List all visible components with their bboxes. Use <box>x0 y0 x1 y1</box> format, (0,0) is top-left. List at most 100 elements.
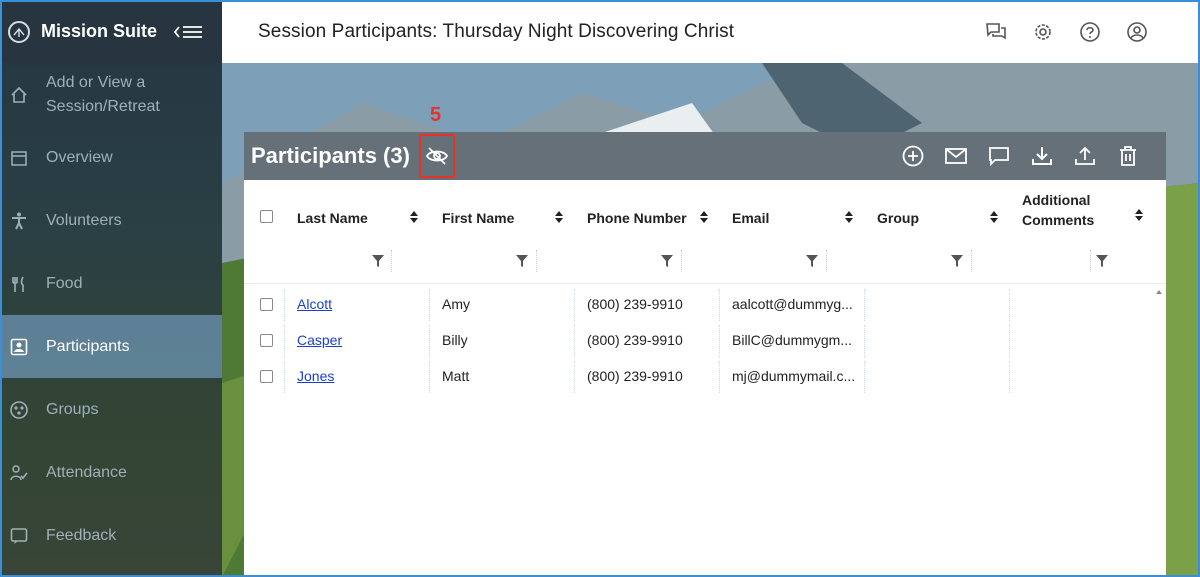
row-select <box>260 358 273 394</box>
column-divider <box>284 361 285 393</box>
sort-icon[interactable] <box>1134 208 1144 222</box>
row-select <box>260 322 273 358</box>
participant-link[interactable]: Casper <box>297 332 342 348</box>
help-icon[interactable] <box>1078 20 1101 43</box>
sidebar-header: Mission Suite <box>0 0 222 63</box>
row-checkbox[interactable] <box>260 333 273 347</box>
column-additional-comments[interactable]: Additional Comments <box>1022 180 1144 284</box>
column-last-name[interactable]: Last Name <box>297 180 419 284</box>
sort-icon[interactable] <box>989 210 999 224</box>
panel-header: Participants (3) <box>244 132 1166 180</box>
filter-icon[interactable] <box>516 255 528 267</box>
sidebar-item-food[interactable]: Food <box>0 252 222 315</box>
sidebar-item-overview[interactable]: Overview <box>0 126 222 189</box>
download-icon[interactable] <box>1030 144 1054 168</box>
sidebar-item-label: Groups <box>46 400 99 418</box>
top-icons <box>984 20 1148 43</box>
sidebar-nav: Add or View a Session/Retreat Overview V… <box>0 63 222 567</box>
cell-email: BillC@dummygm... <box>732 332 853 348</box>
top-bar: Session Participants: Thursday Night Dis… <box>222 0 1200 63</box>
upload-icon[interactable] <box>1073 144 1097 168</box>
column-divider <box>719 361 720 393</box>
sidebar-item-label: Volunteers <box>46 211 122 229</box>
message-icon[interactable] <box>987 144 1011 168</box>
cell-email: mj@dummymail.c... <box>732 368 856 384</box>
column-divider <box>826 250 827 272</box>
select-all-checkbox[interactable] <box>260 210 273 223</box>
sort-icon[interactable] <box>409 210 419 224</box>
filter-icon[interactable] <box>806 255 818 267</box>
sidebar: Mission Suite Add or View a Session/Retr… <box>0 0 222 577</box>
column-divider <box>429 289 430 321</box>
sidebar-item-participants[interactable]: Participants <box>0 315 222 378</box>
column-divider <box>864 361 865 393</box>
column-divider <box>864 325 865 357</box>
sort-icon[interactable] <box>554 210 564 224</box>
table-header: Last Name First Name Phone Number Email <box>244 180 1166 284</box>
trash-icon[interactable] <box>1116 144 1140 168</box>
sidebar-item-sessions[interactable]: Add or View a Session/Retreat <box>0 63 222 126</box>
column-first-name[interactable]: First Name <box>442 180 564 284</box>
column-label: Email <box>732 210 770 226</box>
home-icon <box>8 84 30 106</box>
sidebar-item-feedback[interactable]: Feedback <box>0 504 222 567</box>
cell-first-name: Matt <box>442 368 470 384</box>
participants-panel: Participants (3) Last Name First Name Ph… <box>244 132 1166 577</box>
sidebar-item-label: Feedback <box>46 526 117 544</box>
cell-last-name: Jones <box>297 358 334 394</box>
cell-email: aalcott@dummyg... <box>732 296 853 312</box>
table-row[interactable]: Jones Matt (800) 239-9910 mj@dummymail.c… <box>244 358 1166 394</box>
groups-icon <box>8 399 30 421</box>
row-select <box>260 286 273 322</box>
table-row[interactable]: Casper Billy (800) 239-9910 BillC@dummyg… <box>244 322 1166 358</box>
sort-icon[interactable] <box>844 210 854 224</box>
row-checkbox[interactable] <box>260 369 273 383</box>
participant-link[interactable]: Jones <box>297 368 334 384</box>
column-email[interactable]: Email <box>732 180 854 284</box>
id-badge-icon <box>8 336 30 358</box>
cell-phone: (800) 239-9910 <box>587 332 683 348</box>
mission-logo-icon <box>8 20 30 43</box>
sidebar-item-label: Food <box>46 274 83 292</box>
column-divider <box>429 325 430 357</box>
sidebar-item-attendance[interactable]: Attendance <box>0 441 222 504</box>
scrollbar-arrow-icon[interactable] <box>1156 290 1162 294</box>
filter-icon[interactable] <box>951 255 963 267</box>
column-phone-number[interactable]: Phone Number <box>587 180 709 284</box>
sidebar-item-label: Participants <box>46 337 130 355</box>
hide-columns-eye-icon[interactable] <box>419 134 455 178</box>
gear-icon[interactable] <box>1031 20 1054 43</box>
add-circle-icon[interactable] <box>901 144 925 168</box>
filter-icon[interactable] <box>1096 255 1108 267</box>
email-icon[interactable] <box>944 144 968 168</box>
sidebar-item-label: Overview <box>46 148 113 166</box>
filter-icon[interactable] <box>372 255 384 267</box>
collapse-menu-icon[interactable] <box>172 22 204 47</box>
participants-table: Last Name First Name Phone Number Email <box>244 180 1166 394</box>
column-label: First Name <box>442 210 515 226</box>
feedback-icon <box>8 525 30 547</box>
page-title: Session Participants: Thursday Night Dis… <box>258 20 735 42</box>
fork-knife-icon <box>8 273 30 295</box>
column-group[interactable]: Group <box>877 180 999 284</box>
account-icon[interactable] <box>1125 20 1148 43</box>
column-divider <box>719 325 720 357</box>
column-divider <box>391 250 392 272</box>
sidebar-item-groups[interactable]: Groups <box>0 378 222 441</box>
column-divider <box>536 250 537 272</box>
sidebar-item-volunteers[interactable]: Volunteers <box>0 189 222 252</box>
panel-title: Participants (3) <box>251 143 410 168</box>
column-divider <box>429 361 430 393</box>
sort-icon[interactable] <box>699 210 709 224</box>
row-checkbox[interactable] <box>260 297 273 311</box>
participant-link[interactable]: Alcott <box>297 296 332 312</box>
column-label: Group <box>877 210 919 226</box>
chat-icon[interactable] <box>984 20 1007 43</box>
select-all-column <box>260 180 280 284</box>
callout-number: 5 <box>430 104 442 126</box>
column-divider <box>1009 361 1010 393</box>
table-row[interactable]: Alcott Amy (800) 239-9910 aalcott@dummyg… <box>244 286 1166 322</box>
column-divider <box>864 289 865 321</box>
filter-icon[interactable] <box>661 255 673 267</box>
cell-phone: (800) 239-9910 <box>587 296 683 312</box>
